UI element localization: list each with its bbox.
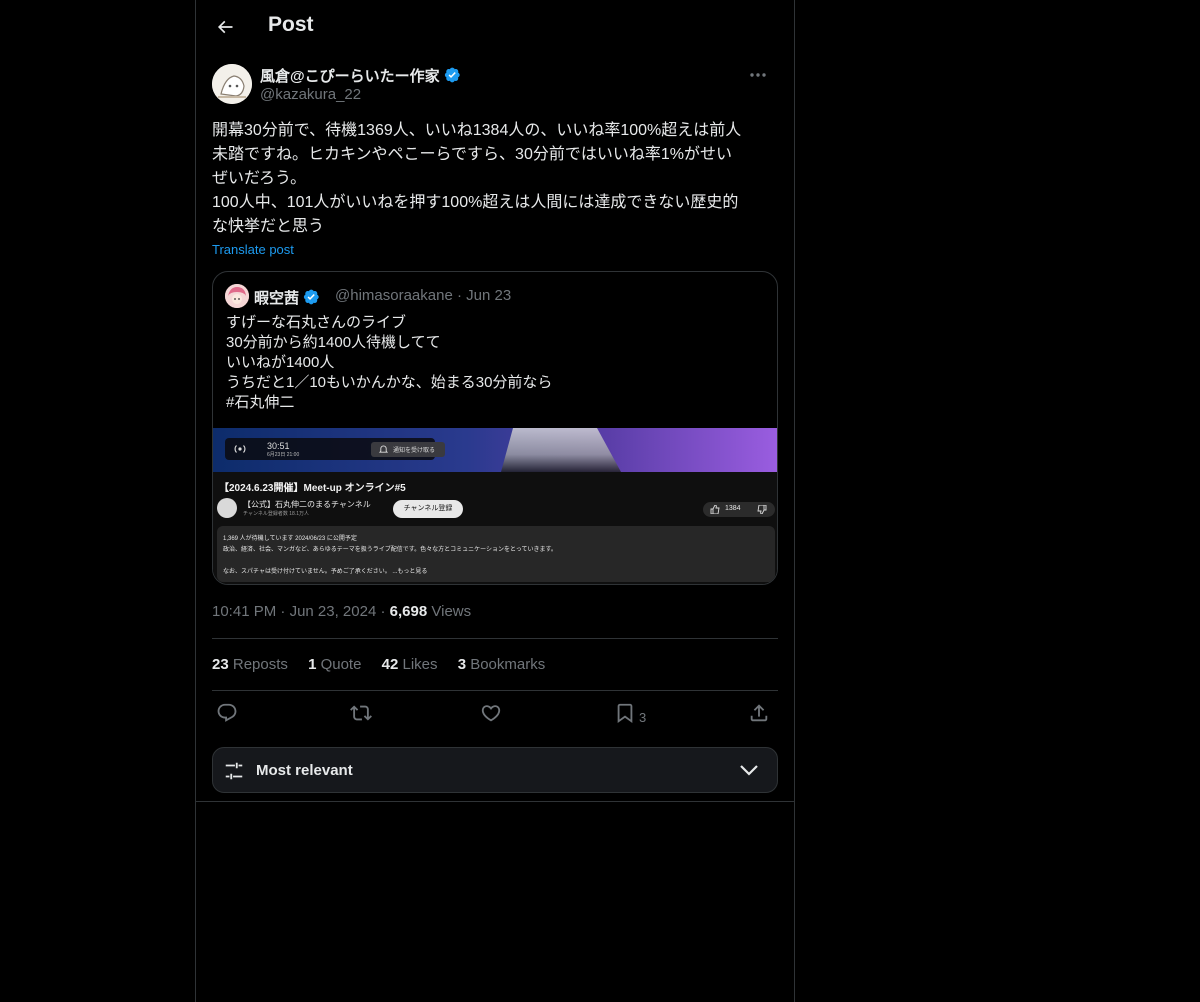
reply-button[interactable] (216, 702, 238, 728)
share-button[interactable] (748, 702, 770, 728)
heart-icon (481, 705, 501, 722)
bell-icon (379, 445, 388, 453)
likes-count: 42 (381, 656, 399, 673)
quote-author-name: 暇空茜 (254, 287, 320, 308)
post-date[interactable]: Jun 23, 2024 (290, 603, 377, 620)
reposts-label: Reposts (232, 656, 288, 673)
header: Post (196, 0, 794, 53)
thumbs-down-icon (757, 505, 767, 514)
likes-stat[interactable]: 42 Likes (382, 656, 438, 673)
sliders-icon (225, 762, 243, 780)
author-handle[interactable]: @kazakura_22 (260, 86, 361, 103)
sort-label: Most relevant (256, 762, 353, 779)
action-bar: 3 (212, 700, 778, 730)
bookmarks-label: Bookmarks (470, 656, 546, 673)
engagement-stats: 23 Reposts 1 Quote 42 Likes 3 Bookmarks (212, 656, 561, 673)
views-count: 6,698 (389, 603, 428, 620)
video-like-pill: 1384 (703, 502, 775, 517)
like-button[interactable] (480, 702, 502, 728)
quote-text: すげーな石丸さんのライブ 30分前から約1400人待機してて いいねが1400人… (226, 314, 553, 411)
quotes-stat[interactable]: 1 Quote (308, 656, 361, 673)
reply-sort-dropdown[interactable]: Most relevant (212, 747, 778, 793)
quote-avatar (225, 284, 249, 308)
more-dots-icon (750, 73, 766, 77)
quote-header: 暇空茜 @himasoraakane · Jun 23 (225, 284, 765, 308)
arrow-left-icon (217, 20, 233, 34)
post-column: Post 風倉@こぴーらいたー作家 @kazakura_22 開幕30分前で、待… (195, 0, 795, 1002)
notify-label: 通知を受け取る (393, 448, 436, 454)
bookmark-count: 3 (639, 710, 647, 725)
quotes-count: 1 (308, 656, 317, 673)
video-title: 【2024.6.23開催】Meet-up オンライン#5 (219, 483, 406, 494)
separator-dot: · (380, 603, 390, 620)
channel-avatar (217, 498, 237, 518)
notify-button: 通知を受け取る (371, 442, 445, 457)
video-description-line: なお、スパチャは受け付けていません。予めご了承ください。 ...もっと見る (223, 569, 428, 575)
video-like-count: 1384 (725, 505, 741, 512)
bookmarks-count: 3 (457, 656, 467, 673)
reposts-count: 23 (212, 656, 229, 673)
video-description: 1,369 人が待機しています 2024/06/23 に公開予定 政治、経済、社… (217, 526, 775, 582)
back-button[interactable] (208, 10, 242, 44)
reply-icon (217, 703, 237, 722)
quotes-label: Quote (320, 656, 362, 673)
quoted-post[interactable]: 暇空茜 @himasoraakane · Jun 23 すげーな石丸さんのライブ… (212, 271, 778, 585)
live-bar: 30:51 6月23日 21:00 通知を受け取る (225, 438, 445, 460)
quote-media-image[interactable]: 30:51 6月23日 21:00 通知を受け取る 【2024.6.23開催】M… (213, 428, 777, 584)
author-name-text: 風倉@こぴーらいたー作家 (260, 68, 440, 85)
views-label: Views (431, 603, 472, 620)
live-date: 6月23日 21:00 (267, 452, 300, 458)
separator-dot: · (456, 287, 467, 304)
quote-author-name-text: 暇空茜 (254, 290, 300, 307)
more-options-button[interactable] (748, 64, 778, 88)
broadcast-icon (234, 445, 246, 453)
divider (196, 801, 794, 802)
translate-post-link[interactable]: Translate post (212, 242, 294, 257)
channel-name: 【公式】石丸伸二のまるチャンネル (243, 500, 371, 509)
divider (212, 690, 778, 691)
reposts-stat[interactable]: 23 Reposts (212, 656, 288, 673)
bookmark-button[interactable]: 3 (614, 702, 664, 728)
quote-handle: @himasoraakane (335, 287, 453, 304)
verified-badge-icon (303, 289, 319, 305)
post-text: 開幕30分前で、待機1369人、いいね1384人の、いいね率100%超えは前人 … (212, 122, 742, 235)
post-time[interactable]: 10:41 PM (212, 603, 276, 620)
divider (212, 638, 778, 639)
verified-badge-icon (444, 67, 460, 83)
quote-meta: @himasoraakane · Jun 23 (335, 287, 511, 304)
separator-dot: · (280, 603, 290, 620)
subscribe-button: チャンネル登録 (393, 500, 463, 518)
video-description-line: 1,369 人が待機しています 2024/06/23 に公開予定 (223, 536, 357, 542)
thumbs-up-icon (710, 505, 720, 514)
bookmark-icon (617, 703, 633, 724)
quote-date: Jun 23 (466, 287, 512, 304)
video-description-line: 政治、経済、社会、マンガなど、あらゆるテーマを扱うライブ配信です。色々な方とコミ… (223, 547, 557, 553)
share-icon (750, 704, 768, 722)
likes-label: Likes (402, 656, 438, 673)
avatar[interactable] (212, 64, 252, 104)
post-timestamp: 10:41 PM · Jun 23, 2024 · 6,698 Views (212, 603, 471, 620)
channel-subscribers: チャンネル登録者数 18.1万人 (243, 511, 309, 517)
chevron-down-icon (740, 765, 758, 776)
page-title: Post (268, 13, 314, 36)
live-countdown: 30:51 (267, 441, 290, 451)
author-name[interactable]: 風倉@こぴーらいたー作家 (260, 65, 461, 86)
post-author: 風倉@こぴーらいたー作家 @kazakura_22 (212, 64, 778, 108)
repost-icon (350, 705, 372, 721)
bookmarks-stat[interactable]: 3 Bookmarks (458, 656, 546, 673)
repost-button[interactable] (350, 702, 372, 728)
